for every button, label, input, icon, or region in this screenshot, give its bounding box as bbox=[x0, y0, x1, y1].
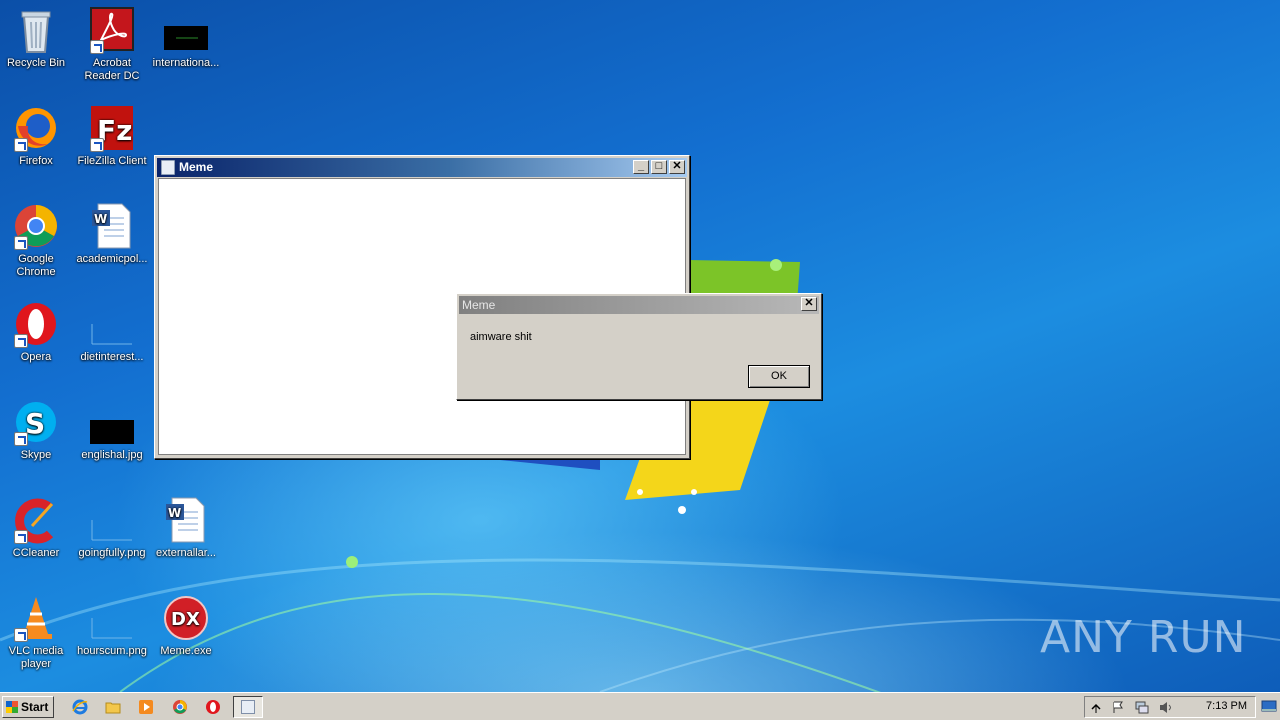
start-button[interactable]: Start bbox=[2, 696, 54, 718]
main-window-title: Meme bbox=[179, 160, 214, 174]
message-dialog[interactable]: Meme ✕ aimware shit OK bbox=[456, 293, 822, 400]
watermark-text: ANY RUN bbox=[1040, 612, 1247, 663]
skype-icon: S bbox=[12, 398, 60, 446]
close-button[interactable]: ✕ bbox=[669, 160, 685, 174]
anyrun-watermark: ANY RUN bbox=[1040, 612, 1247, 672]
word-document-icon: W bbox=[162, 496, 210, 544]
opera-icon bbox=[12, 300, 60, 348]
media-player-icon[interactable] bbox=[138, 699, 154, 715]
dx-app-icon: DX bbox=[162, 594, 210, 642]
firefox-icon bbox=[12, 104, 60, 152]
system-tray: 7:13 PM bbox=[1084, 696, 1256, 718]
ok-button[interactable]: OK bbox=[748, 365, 810, 388]
svg-text:W: W bbox=[168, 506, 181, 520]
svg-text:DX: DX bbox=[171, 609, 200, 630]
app-window-icon bbox=[161, 160, 175, 175]
desktop-icon-opera[interactable]: Opera bbox=[0, 300, 74, 364]
acrobat-reader-icon bbox=[88, 6, 136, 54]
opera-icon[interactable] bbox=[205, 699, 221, 715]
windows-flag-icon bbox=[6, 701, 18, 713]
desktop-icon-meme-exe[interactable]: DX Meme.exe bbox=[148, 594, 224, 658]
desktop-icon-filezilla[interactable]: Fz FileZilla Client bbox=[74, 104, 150, 168]
maximize-button[interactable]: □ bbox=[651, 160, 667, 174]
show-hidden-icons-icon[interactable] bbox=[1089, 701, 1103, 714]
vlc-cone-icon bbox=[12, 594, 60, 642]
start-label: Start bbox=[21, 700, 49, 714]
blank-file-icon bbox=[88, 594, 136, 642]
ccleaner-icon bbox=[12, 496, 60, 544]
desktop-icon-image[interactable]: goingfully.png bbox=[74, 496, 150, 560]
blank-file-icon bbox=[88, 300, 136, 348]
taskbar-item-meme[interactable] bbox=[233, 696, 263, 718]
desktop-icon-file[interactable]: internationa... bbox=[148, 6, 224, 70]
desktop-icon-vlc[interactable]: VLC media player bbox=[0, 594, 74, 671]
folder-icon[interactable] bbox=[105, 699, 121, 715]
desktop-icon-skype[interactable]: S Skype bbox=[0, 398, 74, 462]
blank-file-icon bbox=[88, 496, 136, 544]
app-window-icon bbox=[241, 700, 255, 714]
desktop-icon-word-doc[interactable]: W academicpol... bbox=[74, 202, 150, 266]
taskbar: Start 7:13 PM bbox=[0, 692, 1280, 720]
internet-explorer-icon[interactable] bbox=[72, 699, 88, 715]
chrome-icon bbox=[12, 202, 60, 250]
volume-icon[interactable] bbox=[1159, 701, 1173, 714]
desktop-icon-recycle-bin[interactable]: Recycle Bin bbox=[0, 6, 74, 70]
dialog-titlebar[interactable]: Meme ✕ bbox=[459, 296, 819, 314]
main-window-titlebar[interactable]: Meme _ □ ✕ bbox=[157, 158, 687, 177]
image-thumbnail-icon bbox=[162, 6, 210, 54]
chrome-icon[interactable] bbox=[172, 699, 188, 715]
desktop-icon-chrome[interactable]: Google Chrome bbox=[0, 202, 74, 279]
desktop-icon-acrobat[interactable]: Acrobat Reader DC bbox=[74, 6, 150, 83]
taskbar-clock[interactable]: 7:13 PM bbox=[1206, 700, 1247, 712]
network-icon[interactable] bbox=[1135, 701, 1149, 714]
desktop-icon-image[interactable]: hourscum.png bbox=[74, 594, 150, 658]
recycle-bin-icon bbox=[12, 6, 60, 54]
minimize-button[interactable]: _ bbox=[633, 160, 649, 174]
dialog-title: Meme bbox=[462, 298, 496, 312]
desktop-icon-image[interactable]: englishal.jpg bbox=[74, 398, 150, 462]
svg-text:S: S bbox=[25, 407, 45, 440]
filezilla-icon: Fz bbox=[88, 104, 136, 152]
word-document-icon: W bbox=[88, 202, 136, 250]
image-thumbnail-icon bbox=[88, 398, 136, 446]
show-desktop-icon[interactable] bbox=[1260, 697, 1278, 715]
desktop-icon-ccleaner[interactable]: CCleaner bbox=[0, 496, 74, 560]
dialog-close-button[interactable]: ✕ bbox=[801, 297, 817, 311]
dialog-message: aimware shit bbox=[470, 331, 532, 343]
desktop-icon-word-doc[interactable]: W externallar... bbox=[148, 496, 224, 560]
svg-text:W: W bbox=[94, 212, 107, 226]
desktop-icon-file[interactable]: dietinterest... bbox=[74, 300, 150, 364]
action-center-flag-icon[interactable] bbox=[1111, 701, 1125, 714]
desktop-icon-firefox[interactable]: Firefox bbox=[0, 104, 74, 168]
